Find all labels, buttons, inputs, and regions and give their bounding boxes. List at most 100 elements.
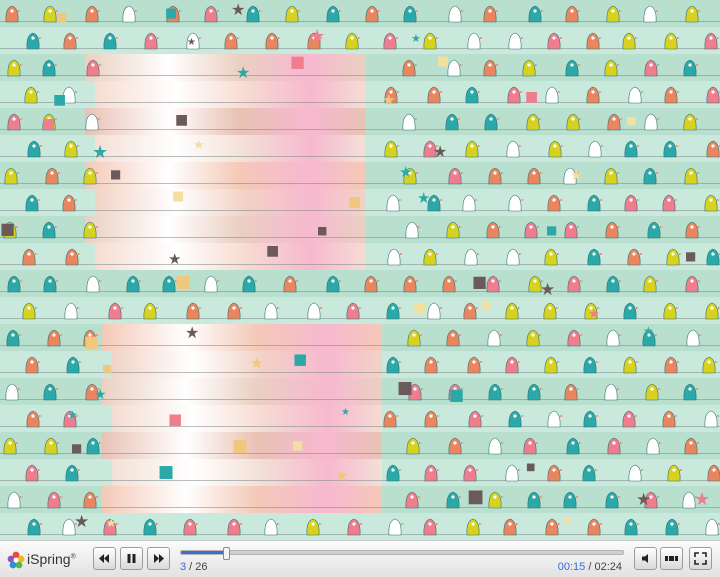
bird-icon	[204, 5, 220, 23]
baby-photo-fragment	[102, 378, 382, 405]
bird-icon	[448, 437, 464, 455]
next-slide-button[interactable]	[147, 547, 170, 570]
time-display: 00:15 / 02:24	[557, 561, 622, 573]
bird-icon	[405, 491, 421, 509]
baby-photo-fragment	[95, 243, 365, 270]
bird-icon	[246, 5, 262, 23]
star-icon: ★	[74, 513, 90, 532]
star-icon: ★	[570, 168, 583, 184]
bird-icon	[383, 32, 399, 50]
bird-icon	[488, 437, 504, 455]
bird-icon	[508, 410, 524, 428]
bird-icon	[606, 275, 622, 293]
bird-icon	[684, 167, 700, 185]
bird-icon	[466, 518, 482, 536]
bird-icon	[27, 140, 43, 158]
confetti-square-icon: ■	[526, 462, 536, 473]
bird-icon	[505, 464, 521, 482]
bird-icon	[505, 302, 521, 320]
bird-icon	[544, 356, 560, 374]
bird-icon	[627, 248, 643, 266]
bird-icon	[488, 491, 504, 509]
bird-icon	[7, 113, 23, 131]
bird-icon	[563, 491, 579, 509]
bird-icon	[488, 167, 504, 185]
bird-icon	[664, 32, 680, 50]
confetti-square-icon: ■	[481, 298, 492, 311]
bird-icon	[448, 167, 464, 185]
slide-strip: ★ ■ ■	[0, 0, 720, 27]
seek-handle[interactable]	[223, 547, 231, 560]
bird-icon	[83, 221, 99, 239]
bird-icon	[446, 221, 462, 239]
bird-icon	[25, 194, 41, 212]
bird-icon	[85, 113, 101, 131]
bird-icon	[508, 194, 524, 212]
volume-button[interactable]	[634, 547, 657, 570]
bird-icon	[623, 356, 639, 374]
baby-photo-fragment	[85, 162, 365, 189]
bird-icon	[7, 275, 23, 293]
seek-bar[interactable]	[180, 547, 624, 560]
bird-icon	[424, 464, 440, 482]
bird-icon	[227, 518, 243, 536]
bird-icon	[705, 518, 720, 536]
bird-icon	[183, 518, 199, 536]
star-icon: ★	[540, 280, 556, 298]
confetti-square-icon: ■	[467, 486, 485, 507]
bird-icon	[667, 464, 683, 482]
bird-icon	[704, 410, 720, 428]
bird-icon	[586, 32, 602, 50]
bird-icon	[566, 437, 582, 455]
star-icon: ★	[561, 513, 574, 529]
star-icon: ★	[250, 354, 264, 372]
fullscreen-button[interactable]	[689, 547, 712, 570]
slide-strip: ■ ★ ★	[0, 486, 720, 513]
previous-slide-button[interactable]	[93, 547, 116, 570]
bird-icon	[666, 248, 682, 266]
bird-icon	[527, 383, 543, 401]
bird-icon	[4, 167, 20, 185]
bird-icon	[62, 194, 78, 212]
bird-icon	[5, 383, 21, 401]
wire-line	[0, 264, 720, 265]
bird-icon	[545, 86, 561, 104]
layout-button[interactable]	[660, 547, 683, 570]
slide-strip: ■ ■ ■	[0, 432, 720, 459]
bird-icon	[624, 194, 640, 212]
slide-strip: ★ ★ ■	[0, 324, 720, 351]
bird-icon	[86, 59, 102, 77]
bird-icon	[22, 302, 38, 320]
bird-icon	[103, 32, 119, 50]
star-icon: ★	[168, 250, 182, 268]
bird-icon	[684, 437, 700, 455]
bird-icon	[383, 410, 399, 428]
bird-icon	[685, 221, 701, 239]
bird-icon	[423, 518, 439, 536]
bird-icon	[547, 194, 563, 212]
bird-icon	[448, 5, 464, 23]
pause-button[interactable]	[120, 547, 143, 570]
bird-icon	[685, 5, 701, 23]
bird-icon	[64, 302, 80, 320]
bird-icon	[126, 275, 142, 293]
bird-icon	[705, 302, 720, 320]
bird-icon	[467, 32, 483, 50]
bird-icon	[227, 302, 243, 320]
bird-icon	[85, 5, 101, 23]
bird-icon	[402, 59, 418, 77]
bird-icon	[583, 356, 599, 374]
bird-icon	[386, 194, 402, 212]
bird-icon	[606, 5, 622, 23]
confetti-square-icon: ■	[292, 438, 304, 452]
star-icon: ★	[694, 489, 711, 510]
bird-icon	[25, 464, 41, 482]
star-icon: ★	[309, 27, 326, 47]
star-icon: ★	[335, 467, 349, 485]
bird-icon	[86, 275, 102, 293]
bird-icon	[143, 302, 159, 320]
bird-icon	[524, 221, 540, 239]
bird-icon	[564, 221, 580, 239]
wire-line	[0, 480, 720, 481]
bird-icon	[488, 383, 504, 401]
